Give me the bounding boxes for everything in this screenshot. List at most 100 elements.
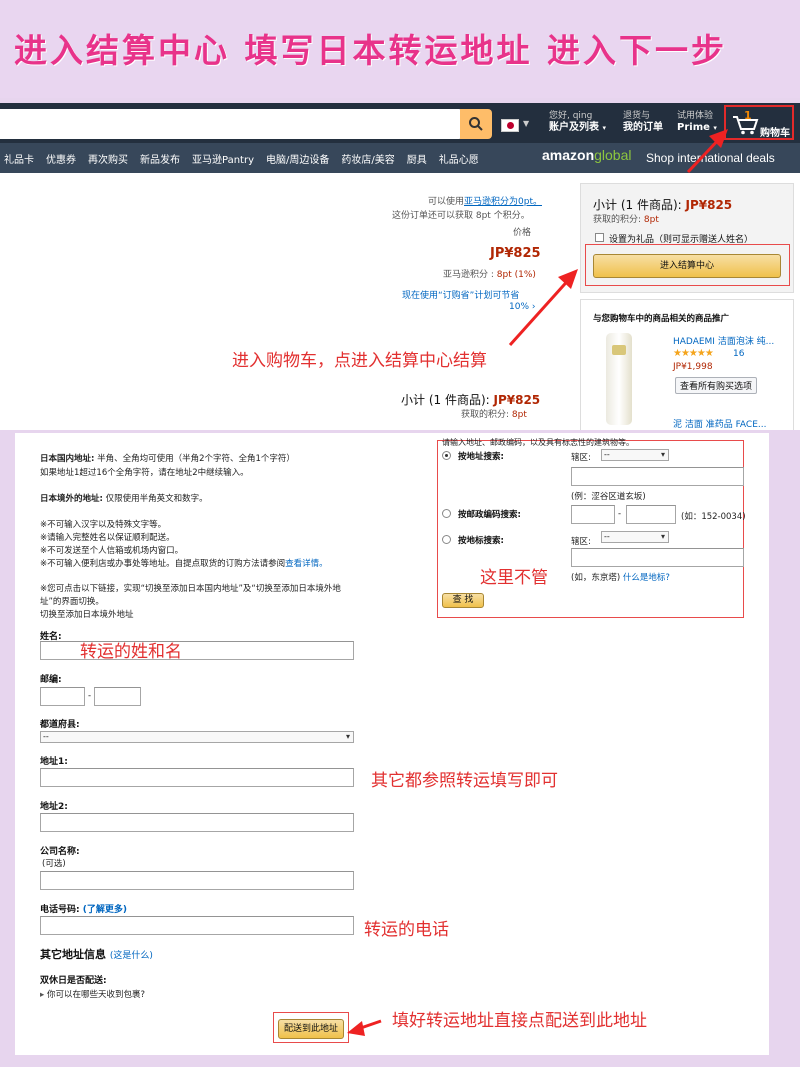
see-all-options-button[interactable]: 查看所有购买选项 bbox=[675, 377, 758, 394]
gift-checkbox[interactable] bbox=[595, 233, 604, 242]
form-note: ※不可输入汉字以及特殊文字等。 bbox=[40, 520, 167, 530]
japan-flag-icon[interactable] bbox=[501, 119, 519, 132]
category-list: 礼品卡 优惠券 再次购买 新品发布 亚马逊Pantry 电脑/周边设备 药妆店/美容 厨具 礼品… bbox=[4, 151, 479, 166]
earn-line: 获取的积分: 8pt bbox=[461, 410, 527, 420]
account-label: 账户及列表 bbox=[549, 121, 599, 133]
lookup-zip-1[interactable] bbox=[571, 505, 615, 524]
cart-label: 购物车 bbox=[760, 128, 790, 139]
cart-count-badge: 1 bbox=[744, 109, 752, 122]
form-note: ※请输入完整姓名以保证顺利配送。 bbox=[40, 533, 175, 543]
cart-screenshot: ▼ 您好, qing 账户及列表 ▾ 退货与 我的订单 试用体验 Prime ▾… bbox=[0, 103, 800, 430]
address1-label: 地址1: bbox=[40, 757, 68, 767]
zip-input-1[interactable] bbox=[40, 687, 85, 706]
zip-input-2[interactable] bbox=[94, 687, 141, 706]
chevron-right-icon: ▸ bbox=[40, 990, 47, 1000]
ward-select[interactable]: -- bbox=[601, 449, 669, 461]
category-item[interactable]: 新品发布 bbox=[140, 151, 180, 166]
by-landmark-label: 按地标搜索: bbox=[458, 536, 504, 546]
subscribe-save-pct[interactable]: 10% › bbox=[509, 302, 535, 312]
zip-example: (如：152-0034) bbox=[681, 512, 746, 522]
instruction-banner: 进入结算中心 填写日本转运地址 进入下一步 bbox=[0, 0, 800, 98]
promo-review-count[interactable]: 16 bbox=[733, 349, 744, 359]
landmark-link[interactable]: 什么是地标? bbox=[623, 573, 670, 583]
orders-menu[interactable]: 退货与 我的订单 bbox=[623, 111, 663, 133]
promo-product-name[interactable]: HADAEMI 洁面泡沫 纯... bbox=[673, 334, 774, 347]
item-price: JP¥825 bbox=[490, 246, 541, 261]
ward-select-2[interactable]: -- bbox=[601, 531, 669, 543]
lookup-search-button[interactable]: 查 找 bbox=[442, 593, 484, 608]
category-item[interactable]: 礼品心愿 bbox=[439, 151, 479, 166]
notes-details-link[interactable]: 查看详情。 bbox=[285, 559, 328, 569]
intl-address-rule: 日本境外的地址: 仅限使用半角英文和数字。 bbox=[40, 494, 208, 504]
company-optional: (可选) bbox=[42, 859, 66, 869]
shop-international-link[interactable]: Shop international deals bbox=[646, 151, 775, 165]
promo-next-product[interactable]: 泥 洁面 准药品 FACE... bbox=[673, 417, 767, 430]
radio-by-zip[interactable] bbox=[442, 509, 451, 518]
ward-label-2: 辖区: bbox=[571, 537, 591, 547]
address-search-input[interactable] bbox=[571, 467, 744, 486]
zip-label: 邮编: bbox=[40, 675, 62, 685]
category-item[interactable]: 再次购买 bbox=[88, 151, 128, 166]
radio-by-address[interactable] bbox=[442, 451, 451, 460]
category-item[interactable]: 电脑/周边设备 bbox=[266, 151, 329, 166]
lookup-header: 请输入地址、邮政编码，以及具有标志性的建筑物等。 bbox=[442, 438, 634, 447]
chevron-down-icon: ▾ bbox=[602, 123, 606, 132]
category-item[interactable]: 厨具 bbox=[407, 151, 427, 166]
phone-label: 电话号码: (了解更多) bbox=[40, 905, 127, 915]
jp-address-rule: 日本国内地址: 半角、全角均可使用（半角2个字符、全角1个字符） bbox=[40, 454, 295, 464]
lookup-zip-2[interactable] bbox=[626, 505, 676, 524]
subtotal-line: 小计 (1 件商品): JP¥825 bbox=[401, 393, 541, 407]
chevron-down-icon: ▼ bbox=[523, 119, 530, 128]
banner-title: 进入结算中心 填写日本转运地址 进入下一步 bbox=[14, 31, 727, 70]
zip-dash: - bbox=[88, 691, 92, 701]
search-input[interactable] bbox=[0, 109, 462, 139]
annotation-lookup: 这里不管 bbox=[480, 568, 548, 588]
radio-by-landmark[interactable] bbox=[442, 535, 451, 544]
category-item[interactable]: 优惠券 bbox=[46, 151, 76, 166]
company-label: 公司名称: bbox=[40, 847, 80, 857]
prefecture-select[interactable]: -- bbox=[40, 731, 354, 743]
category-item[interactable]: 亚马逊Pantry bbox=[192, 151, 254, 166]
weekend-label: 双休日是否配送: bbox=[40, 976, 107, 986]
category-item[interactable]: 药妆店/美容 bbox=[341, 151, 394, 166]
cart-button[interactable]: 1 购物车 bbox=[724, 105, 794, 140]
jp-address-rule2: 如果地址1超过16个全角字符，请在地址2中继续输入。 bbox=[40, 468, 249, 478]
ship-to-address-button[interactable]: 配送到此地址 bbox=[278, 1019, 344, 1039]
promo-title: 与您购物车中的商品相关的商品推广 bbox=[593, 314, 730, 324]
account-menu[interactable]: 您好, qing 账户及列表 ▾ bbox=[549, 111, 606, 133]
by-address-label: 按地址搜索: bbox=[458, 452, 504, 462]
nav-bar: ▼ 您好, qing 账户及列表 ▾ 退货与 我的订单 试用体验 Prime ▾… bbox=[0, 103, 800, 143]
by-zip-label: 按邮政编码搜索: bbox=[458, 510, 521, 520]
other-info-link[interactable]: (这是什么) bbox=[110, 951, 153, 961]
annotation-ship: 填好转运地址直接点配送到此地址 bbox=[392, 1011, 647, 1031]
weekend-link[interactable]: ▸ 你可以在哪些天收到包裹? bbox=[40, 988, 145, 1000]
lookup-zip-dash: - bbox=[618, 509, 622, 519]
switch-note: ※您可点击以下链接，实现“切换至添加日本国内地址”及“切换至添加日本境外地 bbox=[40, 584, 341, 594]
phone-input[interactable] bbox=[40, 916, 354, 935]
promo-price: JP¥1,998 bbox=[673, 362, 713, 372]
landmark-input[interactable] bbox=[571, 548, 744, 567]
proceed-to-checkout-button[interactable]: 进入结算中心 bbox=[593, 254, 781, 278]
annotation-name: 转运的姓和名 bbox=[80, 642, 182, 662]
address2-input[interactable] bbox=[40, 813, 354, 832]
prime-label: Prime bbox=[677, 121, 710, 133]
address-example: (例：涩谷区道玄坂) bbox=[571, 492, 646, 502]
points-use-line: 可以使用亚马逊积分为0pt。 bbox=[428, 197, 542, 207]
prime-menu[interactable]: 试用体验 Prime ▾ bbox=[677, 111, 717, 133]
search-button[interactable] bbox=[460, 109, 492, 139]
annotation-others: 其它都参照转运填写即可 bbox=[371, 771, 558, 791]
other-info-heading: 其它地址信息 (这是什么) bbox=[40, 948, 153, 961]
prime-top: 试用体验 bbox=[677, 111, 714, 121]
price-header: 价格 bbox=[513, 228, 532, 238]
category-nav: 礼品卡 优惠券 再次购买 新品发布 亚马逊Pantry 电脑/周边设备 药妆店/美容 厨具 礼品… bbox=[0, 143, 800, 173]
subscribe-save-note[interactable]: 现在使用“订购省”计划可节省 bbox=[402, 288, 519, 301]
points-link[interactable]: 亚马逊积分为0pt。 bbox=[464, 197, 542, 207]
address1-input[interactable] bbox=[40, 768, 354, 787]
amazon-global-logo[interactable]: amazonglobal bbox=[542, 147, 632, 163]
phone-learn-more-link[interactable]: (了解更多) bbox=[83, 905, 127, 915]
company-input[interactable] bbox=[40, 871, 354, 890]
category-item[interactable]: 礼品卡 bbox=[4, 151, 34, 166]
product-image[interactable] bbox=[606, 333, 632, 425]
switch-intl-link[interactable]: 切换至添加日本境外地址 bbox=[40, 608, 134, 620]
switch-note2: 址”的界面切换。 bbox=[40, 597, 104, 607]
